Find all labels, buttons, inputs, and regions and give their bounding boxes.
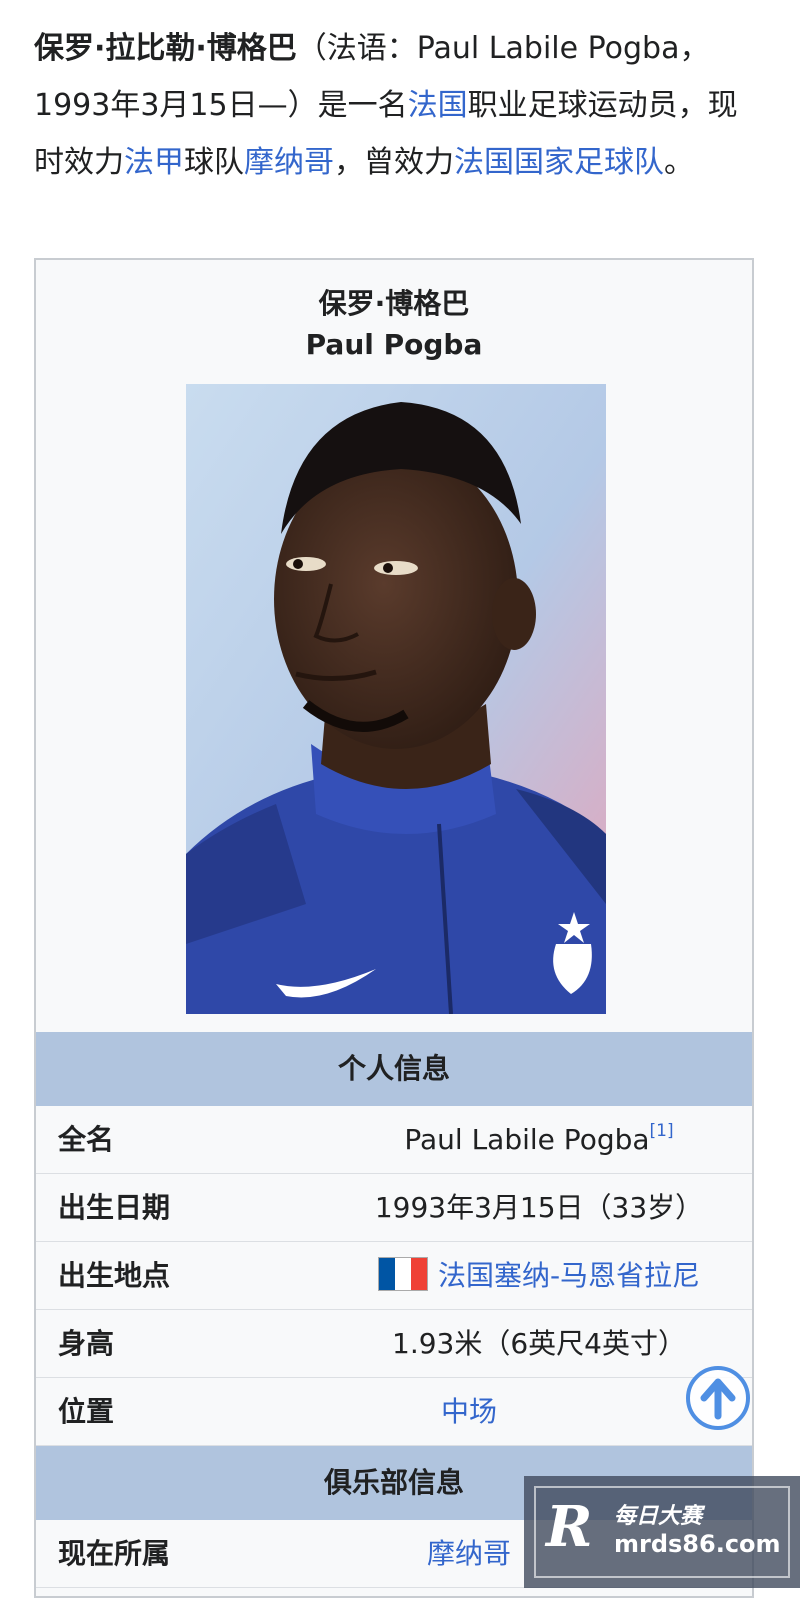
birthplace-link[interactable]: 法国塞纳-马恩省拉尼 [438, 1259, 700, 1292]
fullname-value: Paul Labile Pogba [404, 1123, 650, 1156]
row-label: 现在所属 [58, 1537, 171, 1570]
row-label: 出生地点 [58, 1259, 171, 1292]
article-intro: 保罗·拉比勒·博格巴（法语：Paul Labile Pogba，1993年3月1… [34, 20, 764, 191]
row-label: 全名 [58, 1123, 115, 1156]
subject-name: 保罗·拉比勒·博格巴 [34, 31, 297, 66]
infobox-row-height: 身高 1.93米（6英尺4英寸） [36, 1310, 752, 1378]
infobox-title-en: Paul Pogba [305, 328, 483, 361]
up-arrow-icon [700, 1378, 736, 1420]
intro-text: 球队 [184, 145, 244, 180]
link-france[interactable]: 法国 [408, 88, 468, 123]
current-club-link[interactable]: 摩纳哥 [427, 1537, 511, 1570]
watermark-title: 每日大赛 [614, 1504, 703, 1529]
position-link[interactable]: 中场 [441, 1395, 497, 1428]
row-value: Paul Labile Pogba[1] [346, 1106, 732, 1174]
flag-france-icon [377, 1257, 428, 1291]
watermark-logo: R [546, 1494, 593, 1560]
infobox-row-fullname: 全名 Paul Labile Pogba[1] [36, 1106, 752, 1174]
section-header-personal: 个人信息 [36, 1032, 752, 1106]
row-label: 位置 [58, 1395, 115, 1428]
watermark: R 每日大赛 mrds86.com [524, 1476, 800, 1588]
row-label: 身高 [58, 1327, 115, 1360]
infobox-row-birthdate: 出生日期 1993年3月15日（33岁） [36, 1174, 752, 1242]
reference-link[interactable]: [1] [650, 1121, 674, 1141]
link-monaco[interactable]: 摩纳哥 [244, 145, 334, 180]
player-photo[interactable] [186, 384, 606, 1014]
row-label: 出生日期 [58, 1191, 171, 1224]
infobox: 保罗·博格巴 Paul Pogba 个人信息 全名 Paul Labile Po… [34, 258, 754, 1598]
link-national-team[interactable]: 法国国家足球队 [454, 145, 664, 180]
infobox-title-zh: 保罗·博格巴 [318, 287, 470, 320]
link-ligue1[interactable]: 法甲 [124, 145, 184, 180]
row-value: 中场 [346, 1378, 592, 1446]
infobox-row-birthplace: 出生地点 法国塞纳-马恩省拉尼 [36, 1242, 752, 1310]
row-value: 1993年3月15日（33岁） [374, 1191, 704, 1224]
scroll-to-top-button[interactable] [686, 1366, 750, 1430]
intro-text: ，曾效力 [334, 145, 454, 180]
infobox-row-position: 位置 中场 [36, 1378, 752, 1446]
intro-text: 。 [664, 145, 694, 180]
row-value: 法国塞纳-马恩省拉尼 [346, 1242, 732, 1310]
watermark-url: mrds86.com [614, 1530, 781, 1558]
row-value: 1.93米（6英尺4英寸） [392, 1327, 686, 1360]
